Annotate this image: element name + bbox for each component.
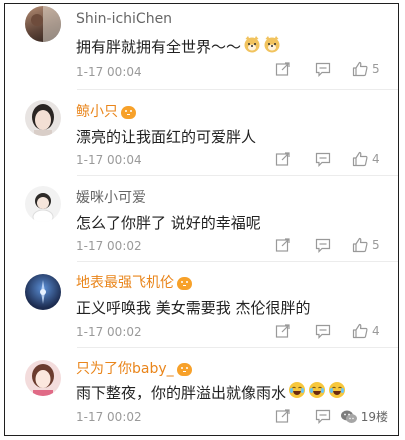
comment-icon	[315, 409, 331, 424]
timestamp: 1-17 00:02	[76, 325, 142, 339]
like-button[interactable]: 4	[352, 151, 392, 167]
laugh-cry-icon	[308, 381, 326, 404]
doge-icon	[263, 35, 281, 58]
avatar[interactable]	[25, 274, 61, 310]
share-button[interactable]	[275, 61, 293, 77]
share-icon	[275, 409, 290, 423]
username[interactable]: 鲸小只	[76, 103, 136, 121]
watermark-text: 19楼	[360, 410, 388, 424]
reply-button[interactable]	[315, 237, 333, 253]
comment-item: 鲸小只 漂亮的让我面红的可爱胖人 1-17 00:04 4	[5, 90, 398, 176]
comment-item: 媛咪小可爱 怎么了你胖了 说好的幸福呢 1-17 00:02 5	[5, 176, 398, 262]
laugh-cry-icon	[328, 381, 346, 404]
vip-badge-icon	[121, 105, 136, 119]
comment-item: 地表最强飞机伦 正义呼唤我 美女需要我 杰伦很胖的 1-17 00:02 4	[5, 262, 398, 348]
vip-badge-icon	[177, 276, 192, 290]
avatar[interactable]	[25, 360, 61, 396]
share-icon	[275, 152, 290, 166]
comment-text: 雨下整夜，你的胖溢出就像雨水	[76, 381, 346, 404]
username[interactable]: Shin-ichiChen	[76, 10, 172, 28]
like-count: 4	[372, 324, 380, 338]
comment-text: 正义呼唤我 美女需要我 杰伦很胖的	[76, 299, 311, 317]
share-button[interactable]	[275, 323, 293, 339]
laugh-cry-icon	[288, 381, 306, 404]
wechat-icon	[340, 409, 358, 425]
reply-button[interactable]	[315, 61, 333, 77]
avatar[interactable]	[25, 6, 61, 42]
thumbs-up-icon	[352, 151, 368, 167]
like-button[interactable]: 5	[352, 237, 392, 253]
share-icon	[275, 238, 290, 252]
like-count: 5	[372, 62, 380, 76]
thumbs-up-icon	[352, 237, 368, 253]
comment-text: 拥有胖就拥有全世界～～	[76, 35, 281, 58]
comment-icon	[315, 238, 331, 253]
share-button[interactable]	[275, 237, 293, 253]
thumbs-up-icon	[352, 323, 368, 339]
timestamp: 1-17 00:04	[76, 65, 142, 79]
like-button[interactable]: 5	[352, 61, 392, 77]
timestamp: 1-17 00:04	[76, 153, 142, 167]
comment-text: 怎么了你胖了 说好的幸福呢	[76, 214, 261, 232]
share-button[interactable]	[275, 151, 293, 167]
avatar[interactable]	[25, 100, 61, 136]
share-button[interactable]	[275, 408, 293, 424]
doge-icon	[243, 35, 261, 58]
avatar[interactable]	[25, 186, 61, 222]
comment-text: 漂亮的让我面红的可爱胖人	[76, 128, 257, 146]
thumbs-up-icon	[352, 61, 368, 77]
watermark: 19楼	[340, 408, 388, 425]
comment-list: Shin-ichiChen 拥有胖就拥有全世界～～ 1-17 00:04 5 鲸…	[4, 3, 399, 436]
reply-button[interactable]	[315, 151, 333, 167]
like-button[interactable]: 4	[352, 323, 392, 339]
like-count: 5	[372, 238, 380, 252]
reply-button[interactable]	[315, 323, 333, 339]
comment-icon	[315, 62, 331, 77]
comment-icon	[315, 152, 331, 167]
comment-item: Shin-ichiChen 拥有胖就拥有全世界～～ 1-17 00:04 5	[5, 4, 398, 90]
username[interactable]: 媛咪小可爱	[76, 189, 146, 207]
share-icon	[275, 62, 290, 76]
timestamp: 1-17 00:02	[76, 410, 142, 424]
username[interactable]: 只为了你baby_	[76, 360, 192, 378]
username[interactable]: 地表最强飞机伦	[76, 274, 192, 292]
vip-badge-icon	[176, 362, 192, 376]
timestamp: 1-17 00:02	[76, 239, 142, 253]
share-icon	[275, 324, 290, 338]
reply-button[interactable]	[315, 408, 333, 424]
like-count: 4	[372, 152, 380, 166]
comment-icon	[315, 324, 331, 339]
